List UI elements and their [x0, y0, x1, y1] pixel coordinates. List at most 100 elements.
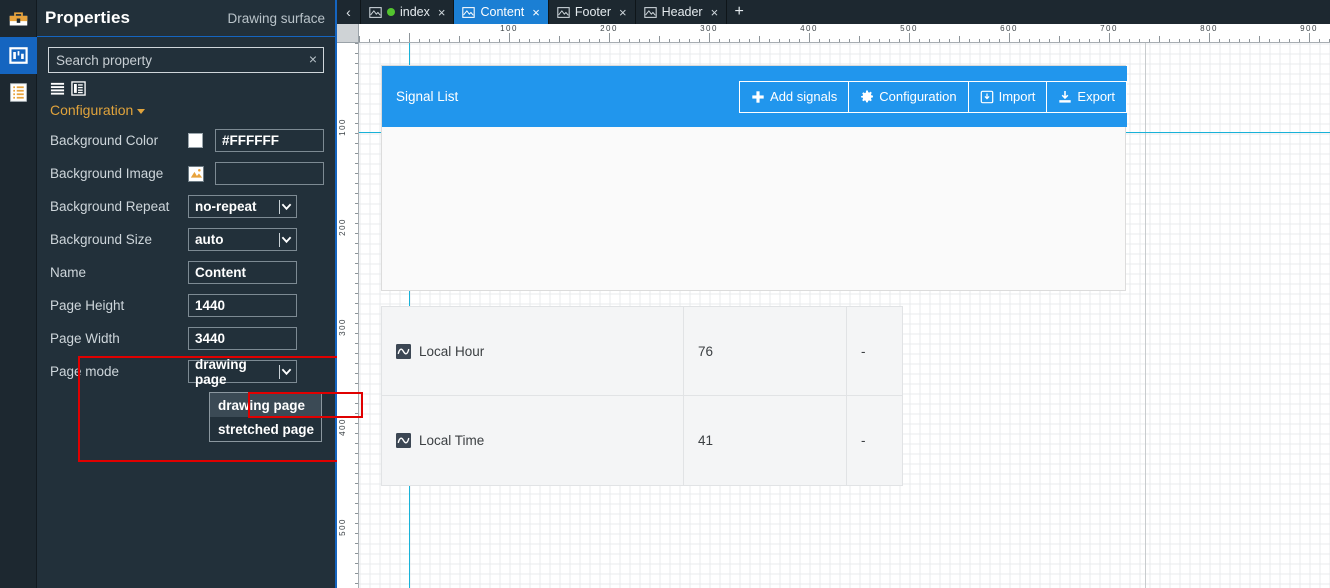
- gear-icon: [861, 90, 874, 102]
- list-view-icon[interactable]: [50, 81, 65, 96]
- background-image-input[interactable]: [215, 162, 324, 185]
- ruler-tick: [355, 543, 358, 544]
- prop-label: Page Width: [50, 331, 120, 346]
- background-size-select[interactable]: auto: [188, 228, 297, 251]
- prop-row-name: Name: [48, 256, 324, 289]
- page-height-input[interactable]: [188, 294, 297, 317]
- tab-scroll-left-button[interactable]: ‹: [337, 0, 361, 24]
- export-button[interactable]: Export: [1047, 80, 1127, 113]
- rail-item-properties[interactable]: [0, 37, 37, 74]
- ruler-tick: [669, 39, 670, 42]
- ruler-tick: [939, 39, 940, 42]
- ruler-tick: [355, 273, 358, 274]
- table-row[interactable]: Local Hour 76 -: [381, 306, 903, 396]
- ruler-tick: [1309, 33, 1310, 42]
- tab-close-icon[interactable]: ×: [438, 5, 446, 20]
- background-repeat-select[interactable]: no-repeat: [188, 195, 297, 218]
- tab-header[interactable]: Header ×: [636, 0, 728, 24]
- page-icon: [462, 6, 476, 18]
- search-input[interactable]: [48, 47, 324, 73]
- ruler-tick: [629, 39, 630, 42]
- ruler-tick: [609, 33, 610, 42]
- button-label: Import: [998, 89, 1036, 104]
- ruler-tick: [355, 483, 358, 484]
- ruler-tick: [1019, 39, 1020, 42]
- ruler-tick: [579, 39, 580, 42]
- signal-list-title: Signal List: [396, 89, 459, 104]
- ruler-tick: [355, 73, 358, 74]
- group-header-configuration[interactable]: Configuration: [48, 98, 324, 124]
- table-row[interactable]: Local Time 41 -: [381, 396, 903, 486]
- ruler-tick: [459, 36, 460, 42]
- ruler-tick: [1229, 39, 1230, 42]
- tab-close-icon[interactable]: ×: [711, 5, 719, 20]
- configuration-button[interactable]: Configuration: [849, 80, 969, 113]
- ruler-tick: [1049, 39, 1050, 42]
- ruler-tick: [1189, 39, 1190, 42]
- page-mode-select[interactable]: drawing page: [188, 357, 297, 387]
- ruler-tick: [589, 39, 590, 42]
- ruler-label: 600: [1000, 24, 1018, 33]
- page-icon: [369, 6, 382, 18]
- ruler-tick: [355, 283, 358, 284]
- ruler-tick: [355, 83, 358, 84]
- horizontal-ruler[interactable]: 100 200 300 400 500 600 700 800 900: [359, 24, 1330, 43]
- ruler-tick: [1249, 39, 1250, 42]
- page-mode-option-stretched-page[interactable]: stretched page: [210, 417, 321, 441]
- ruler-tick: [355, 163, 358, 164]
- ruler-tick: [1159, 36, 1160, 42]
- ruler-tick: [949, 39, 950, 42]
- ruler-corner: [337, 24, 359, 43]
- signal-unit-cell: -: [861, 433, 866, 448]
- new-tab-button[interactable]: +: [727, 0, 751, 24]
- signal-value-cell: 76: [684, 307, 847, 395]
- ruler-label: 300: [338, 318, 347, 336]
- import-icon: [980, 90, 993, 103]
- ruler-tick: [355, 303, 358, 304]
- name-input[interactable]: [188, 261, 297, 284]
- ruler-tick: [819, 39, 820, 42]
- properties-header: Properties Drawing surface: [37, 0, 335, 37]
- ruler-tick: [355, 293, 358, 294]
- ruler-tick: [749, 39, 750, 42]
- ruler-tick: [739, 39, 740, 42]
- tab-index[interactable]: index ×: [361, 0, 455, 24]
- search-clear-icon[interactable]: ×: [309, 51, 317, 67]
- page-width-input[interactable]: [188, 327, 297, 350]
- tab-close-icon[interactable]: ×: [532, 5, 540, 20]
- rail-item-outline[interactable]: [0, 74, 37, 111]
- chevron-down-icon: [137, 108, 146, 114]
- add-signals-button[interactable]: Add signals: [739, 80, 850, 113]
- import-button[interactable]: Import: [968, 80, 1048, 113]
- ruler-tick: [355, 213, 358, 214]
- drawing-canvas[interactable]: Signal List Add signals Configuration Im…: [359, 43, 1330, 588]
- image-icon: [189, 167, 203, 180]
- prop-row-background-image: Background Image: [48, 157, 324, 190]
- search-property-wrap: ×: [48, 47, 324, 73]
- select-value: drawing page: [195, 356, 247, 387]
- ruler-tick: [1109, 33, 1110, 42]
- ruler-tick: [355, 493, 358, 494]
- vertical-ruler[interactable]: 100 200 300 400 500: [337, 43, 359, 588]
- tab-close-icon[interactable]: ×: [619, 5, 627, 20]
- tab-content[interactable]: Content ×: [454, 0, 549, 24]
- ruler-tick: [355, 123, 358, 124]
- select-divider: [279, 365, 280, 379]
- image-picker-button[interactable]: [188, 165, 204, 182]
- rail-item-toolbox[interactable]: [0, 0, 37, 37]
- ruler-tick: [355, 263, 358, 264]
- tab-footer[interactable]: Footer ×: [549, 0, 636, 24]
- background-color-input[interactable]: [215, 129, 324, 152]
- ruler-tick: [649, 39, 650, 42]
- ruler-tick: [769, 39, 770, 42]
- signal-list-widget[interactable]: Signal List Add signals Configuration Im…: [381, 65, 1127, 291]
- tab-label: Header: [661, 5, 703, 19]
- grouped-view-icon[interactable]: [71, 81, 86, 96]
- ruler-label: 900: [1300, 24, 1318, 33]
- ruler-tick: [355, 373, 358, 374]
- page-mode-option-drawing-page[interactable]: drawing page: [210, 393, 321, 417]
- ruler-tick: [355, 93, 358, 94]
- color-swatch[interactable]: [188, 133, 203, 148]
- ruler-tick: [679, 39, 680, 42]
- ruler-tick: [355, 363, 358, 364]
